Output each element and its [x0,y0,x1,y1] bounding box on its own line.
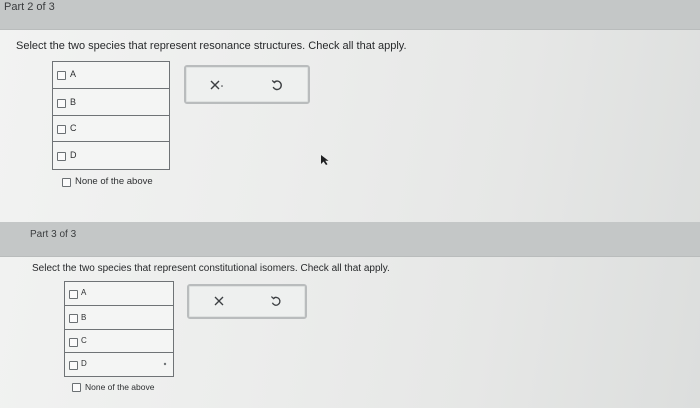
option-row-a[interactable]: A [65,282,173,306]
option-row-d[interactable]: D [65,353,173,376]
option-label-c: C [81,336,87,345]
checkbox-b[interactable] [69,314,78,323]
part-2-question-prompt: Select the two species that represent re… [16,40,407,52]
option-row-b[interactable]: B [65,306,173,330]
option-label-d: D [81,359,87,368]
option-label-b: B [70,97,77,107]
part-3-options-table: A B C D [64,281,174,377]
x-icon[interactable] [207,77,223,93]
option-label-a: A [70,69,77,79]
part-2-header: Part 2 of 3 [0,0,700,30]
none-label: None of the above [85,382,155,392]
checkbox-c[interactable] [57,125,66,134]
checkbox-d[interactable] [69,361,78,370]
option-row-b[interactable]: B [53,89,169,116]
part-2-options-table: A B C D [52,61,170,170]
option-row-c[interactable]: C [65,330,173,353]
none-label: None of the above [75,176,153,187]
option-label-d: D [70,150,77,160]
checkbox-d[interactable] [57,152,66,161]
option-row-a[interactable]: A [53,62,169,89]
checkbox-a[interactable] [57,71,66,80]
option-label-a: A [81,288,87,297]
option-label-b: B [81,313,87,322]
option-row-c[interactable]: C [53,116,169,142]
option-label-c: C [70,123,77,133]
part-3-header: Part 3 of 3 [0,222,700,257]
part-3-answer-toolbar [187,284,307,319]
part-2-answer-toolbar [184,65,310,104]
checkbox-none[interactable] [62,178,71,187]
checkbox-none[interactable] [72,383,81,392]
checkbox-a[interactable] [69,290,78,299]
part-3-question-prompt: Select the two species that represent co… [32,263,390,274]
checkbox-c[interactable] [69,338,78,347]
option-row-d[interactable]: D [53,142,169,169]
mouse-cursor-icon [320,153,330,171]
checkbox-b[interactable] [57,99,66,108]
undo-icon[interactable] [268,293,284,309]
undo-icon[interactable] [269,77,285,93]
resize-handle-icon [163,362,167,366]
page: Part 2 of 3 Select the two species that … [0,0,700,408]
x-icon[interactable] [211,293,227,309]
part-3-header-title: Part 3 of 3 [30,229,77,240]
part-2-header-title: Part 2 of 3 [4,1,55,13]
